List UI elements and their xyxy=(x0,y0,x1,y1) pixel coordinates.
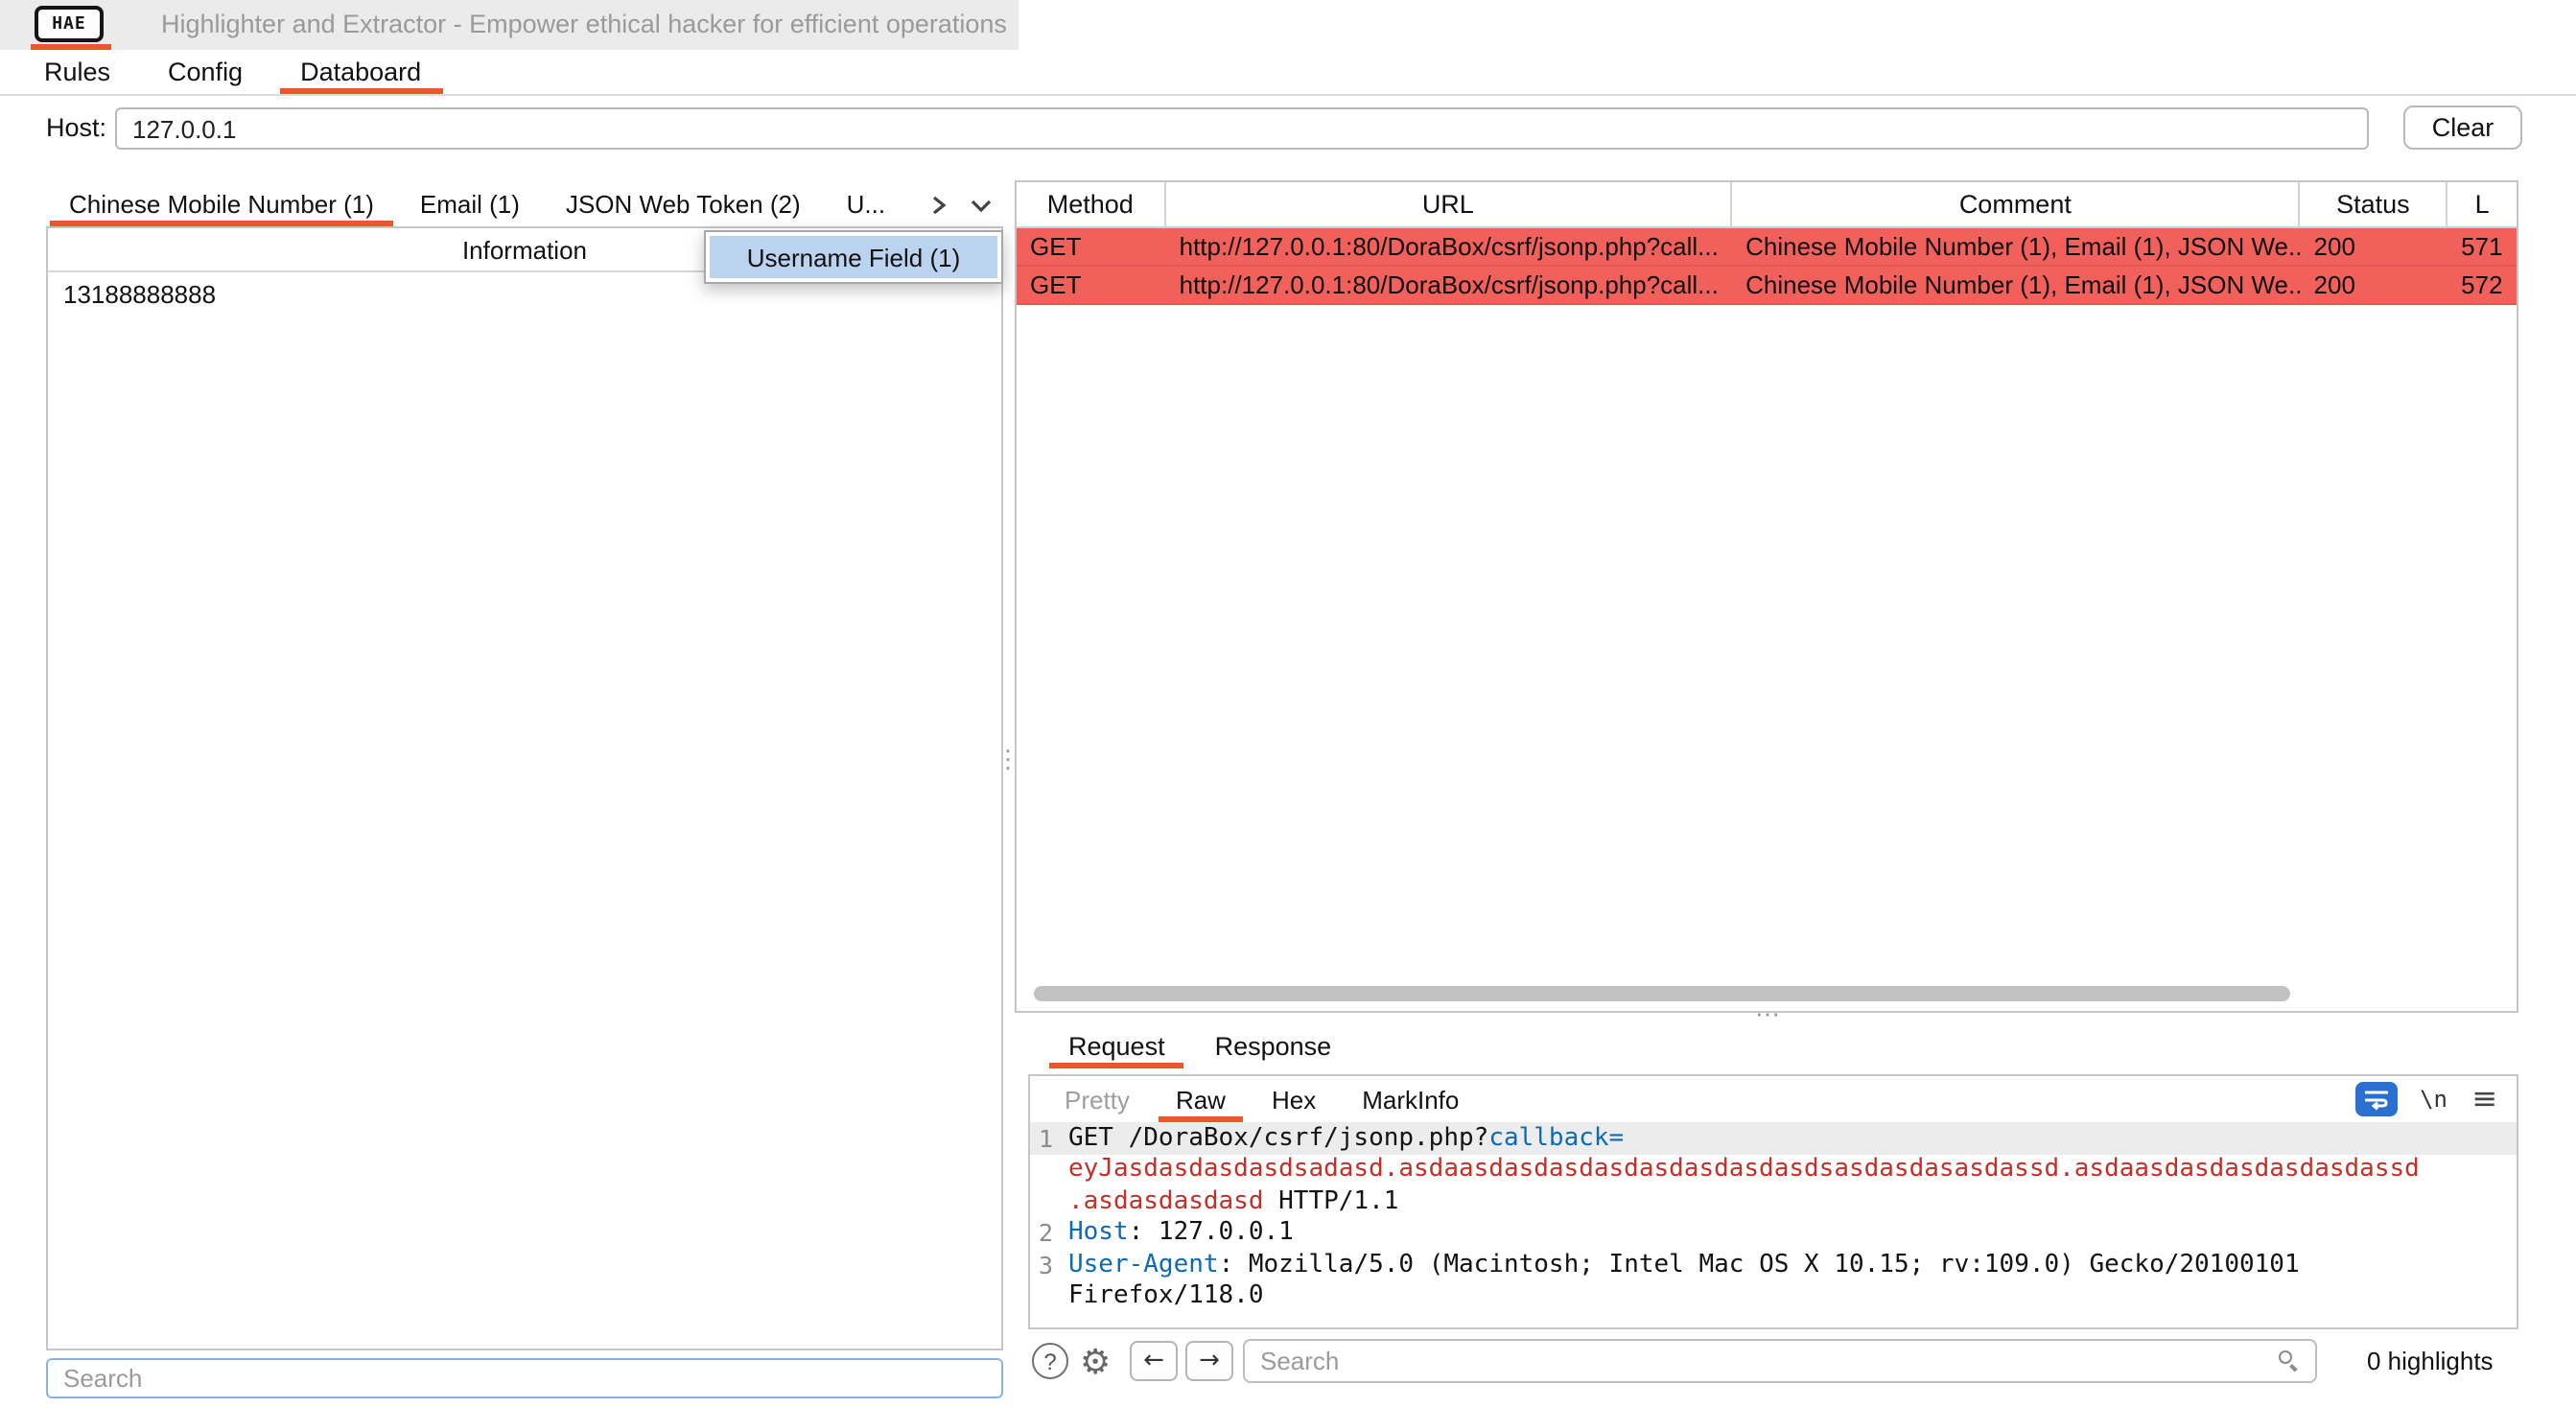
tab-username-field-truncated[interactable]: U... xyxy=(824,180,908,226)
host-input[interactable] xyxy=(115,107,2369,150)
dropdown-item-username-field[interactable]: Username Field (1) xyxy=(710,236,997,278)
tab-databoard[interactable]: Databoard xyxy=(271,50,450,94)
code-line: 2Host: 127.0.0.1 xyxy=(1030,1217,2517,1249)
code-line: .asdasdasdasd HTTP/1.1 xyxy=(1030,1185,2517,1217)
requests-table-header: Method URL Comment Status L xyxy=(1017,182,2517,228)
table-row[interactable]: GET http://127.0.0.1:80/DoraBox/csrf/jso… xyxy=(1017,228,2517,267)
editor-menu-icon[interactable]: ≡ xyxy=(2471,1080,2497,1115)
message-tabbar: Request Response xyxy=(1028,1021,2518,1070)
message-editor: Pretty Raw Hex MarkInfo \n ≡ 1GET /DoraB… xyxy=(1028,1074,2518,1329)
tab-markinfo[interactable]: MarkInfo xyxy=(1339,1076,1482,1122)
clear-button[interactable]: Clear xyxy=(2403,106,2522,150)
code-line: 3User-Agent: Mozilla/5.0 (Macintosh; Int… xyxy=(1030,1249,2517,1280)
cell-length: 572 xyxy=(2447,267,2517,303)
code-text: : 127.0.0.1 xyxy=(1129,1219,1294,1248)
horizontal-scrollbar[interactable] xyxy=(1034,986,2290,1001)
tab-raw[interactable]: Raw xyxy=(1153,1076,1249,1122)
hae-window: HAE Highlighter and Extractor - Empower … xyxy=(0,0,2576,1408)
highlights-count: 0 highlights xyxy=(2367,1347,2494,1375)
tab-rules[interactable]: Rules xyxy=(15,50,139,94)
window-titlebar: HAE Highlighter and Extractor - Empower … xyxy=(0,0,1019,50)
information-search-input[interactable] xyxy=(46,1358,1003,1398)
main-nav: Rules Config Databoard xyxy=(0,50,2576,96)
cell-comment: Chinese Mobile Number (1), Email (1), JS… xyxy=(1732,228,2300,265)
code-text: eyJasdasdasdasdsadasd.asdaasdasdasdasdas… xyxy=(1068,1156,2420,1185)
cell-comment: Chinese Mobile Number (1), Email (1), JS… xyxy=(1732,267,2300,303)
tab-overflow-dropdown: Username Field (1) xyxy=(704,230,1003,284)
line-number: 1 xyxy=(1038,1124,1068,1153)
table-row[interactable]: GET http://127.0.0.1:80/DoraBox/csrf/jso… xyxy=(1017,267,2517,305)
column-header-status[interactable]: Status xyxy=(2301,182,2448,226)
editor-footer: ? ⚙ ← → 0 highlights xyxy=(1028,1335,2518,1396)
code-line: eyJasdasdasdasdsadasd.asdaasdasdasdasdas… xyxy=(1030,1154,2517,1185)
cell-url: http://127.0.0.1:80/DoraBox/csrf/jsonp.p… xyxy=(1166,267,1732,303)
window-title: Highlighter and Extractor - Empower ethi… xyxy=(161,0,1007,50)
tab-chinese-mobile-number[interactable]: Chinese Mobile Number (1) xyxy=(46,180,397,226)
cell-status: 200 xyxy=(2301,267,2448,303)
editor-view-tabbar: Pretty Raw Hex MarkInfo \n ≡ xyxy=(1030,1076,2517,1122)
search-icon xyxy=(2279,1350,2300,1372)
gear-icon[interactable]: ⚙ xyxy=(1080,1339,1111,1385)
code-text: : Mozilla/5.0 (Macintosh; Intel Mac OS X… xyxy=(1219,1251,2300,1279)
search-next-button[interactable]: → xyxy=(1185,1341,1233,1381)
column-header-method[interactable]: Method xyxy=(1017,182,1166,226)
code-text: User-Agent xyxy=(1068,1251,1219,1279)
help-icon[interactable]: ? xyxy=(1032,1343,1068,1379)
cell-method: GET xyxy=(1017,267,1166,303)
hae-logo-icon[interactable]: HAE xyxy=(35,6,104,42)
requests-table: Method URL Comment Status L GET http://1… xyxy=(1015,180,2518,1013)
tab-config[interactable]: Config xyxy=(139,50,271,94)
code-text: GET /DoraBox/csrf/jsonp.php? xyxy=(1068,1124,1488,1153)
request-raw-view[interactable]: 1GET /DoraBox/csrf/jsonp.php?callback= e… xyxy=(1030,1122,2517,1327)
word-wrap-toggle-icon[interactable] xyxy=(2355,1082,2398,1116)
column-header-url[interactable]: URL xyxy=(1166,182,1733,226)
code-text: Host xyxy=(1068,1219,1129,1248)
line-number: 2 xyxy=(1038,1219,1068,1248)
vertical-splitter-grip[interactable]: ⋮ xyxy=(995,744,1020,775)
cell-url: http://127.0.0.1:80/DoraBox/csrf/jsonp.p… xyxy=(1166,228,1732,265)
tab-hex[interactable]: Hex xyxy=(1249,1076,1339,1122)
tab-scroll-right-icon[interactable] xyxy=(923,190,953,221)
tab-pretty[interactable]: Pretty xyxy=(1042,1076,1153,1122)
tab-request[interactable]: Request xyxy=(1043,1021,1190,1070)
cell-length: 571 xyxy=(2447,228,2517,265)
tab-email[interactable]: Email (1) xyxy=(397,180,543,226)
code-text: .asdasdasdasd xyxy=(1068,1187,1264,1216)
column-header-length[interactable]: L xyxy=(2447,182,2517,226)
code-text: HTTP/1.1 xyxy=(1264,1187,1399,1216)
tab-overflow-chevron-down-icon[interactable] xyxy=(965,190,995,221)
information-table: Information 13188888888 xyxy=(46,226,1003,1350)
code-line: Firefox/118.0 xyxy=(1030,1280,2517,1312)
column-header-comment[interactable]: Comment xyxy=(1732,182,2300,226)
code-line: 1GET /DoraBox/csrf/jsonp.php?callback= xyxy=(1030,1122,2517,1154)
tab-json-web-token[interactable]: JSON Web Token (2) xyxy=(543,180,824,226)
code-text: callback= xyxy=(1488,1124,1624,1153)
editor-search-input[interactable] xyxy=(1243,1339,2317,1383)
search-prev-button[interactable]: ← xyxy=(1130,1341,1178,1381)
tab-response[interactable]: Response xyxy=(1190,1021,1357,1070)
host-label: Host: xyxy=(46,107,106,150)
code-text: Firefox/118.0 xyxy=(1068,1282,1264,1311)
cell-status: 200 xyxy=(2301,228,2448,265)
show-newlines-toggle-icon[interactable]: \n xyxy=(2420,1082,2447,1116)
line-number: 3 xyxy=(1038,1251,1068,1279)
datatype-tabbar: Chinese Mobile Number (1) Email (1) JSON… xyxy=(46,180,1003,226)
cell-method: GET xyxy=(1017,228,1166,265)
